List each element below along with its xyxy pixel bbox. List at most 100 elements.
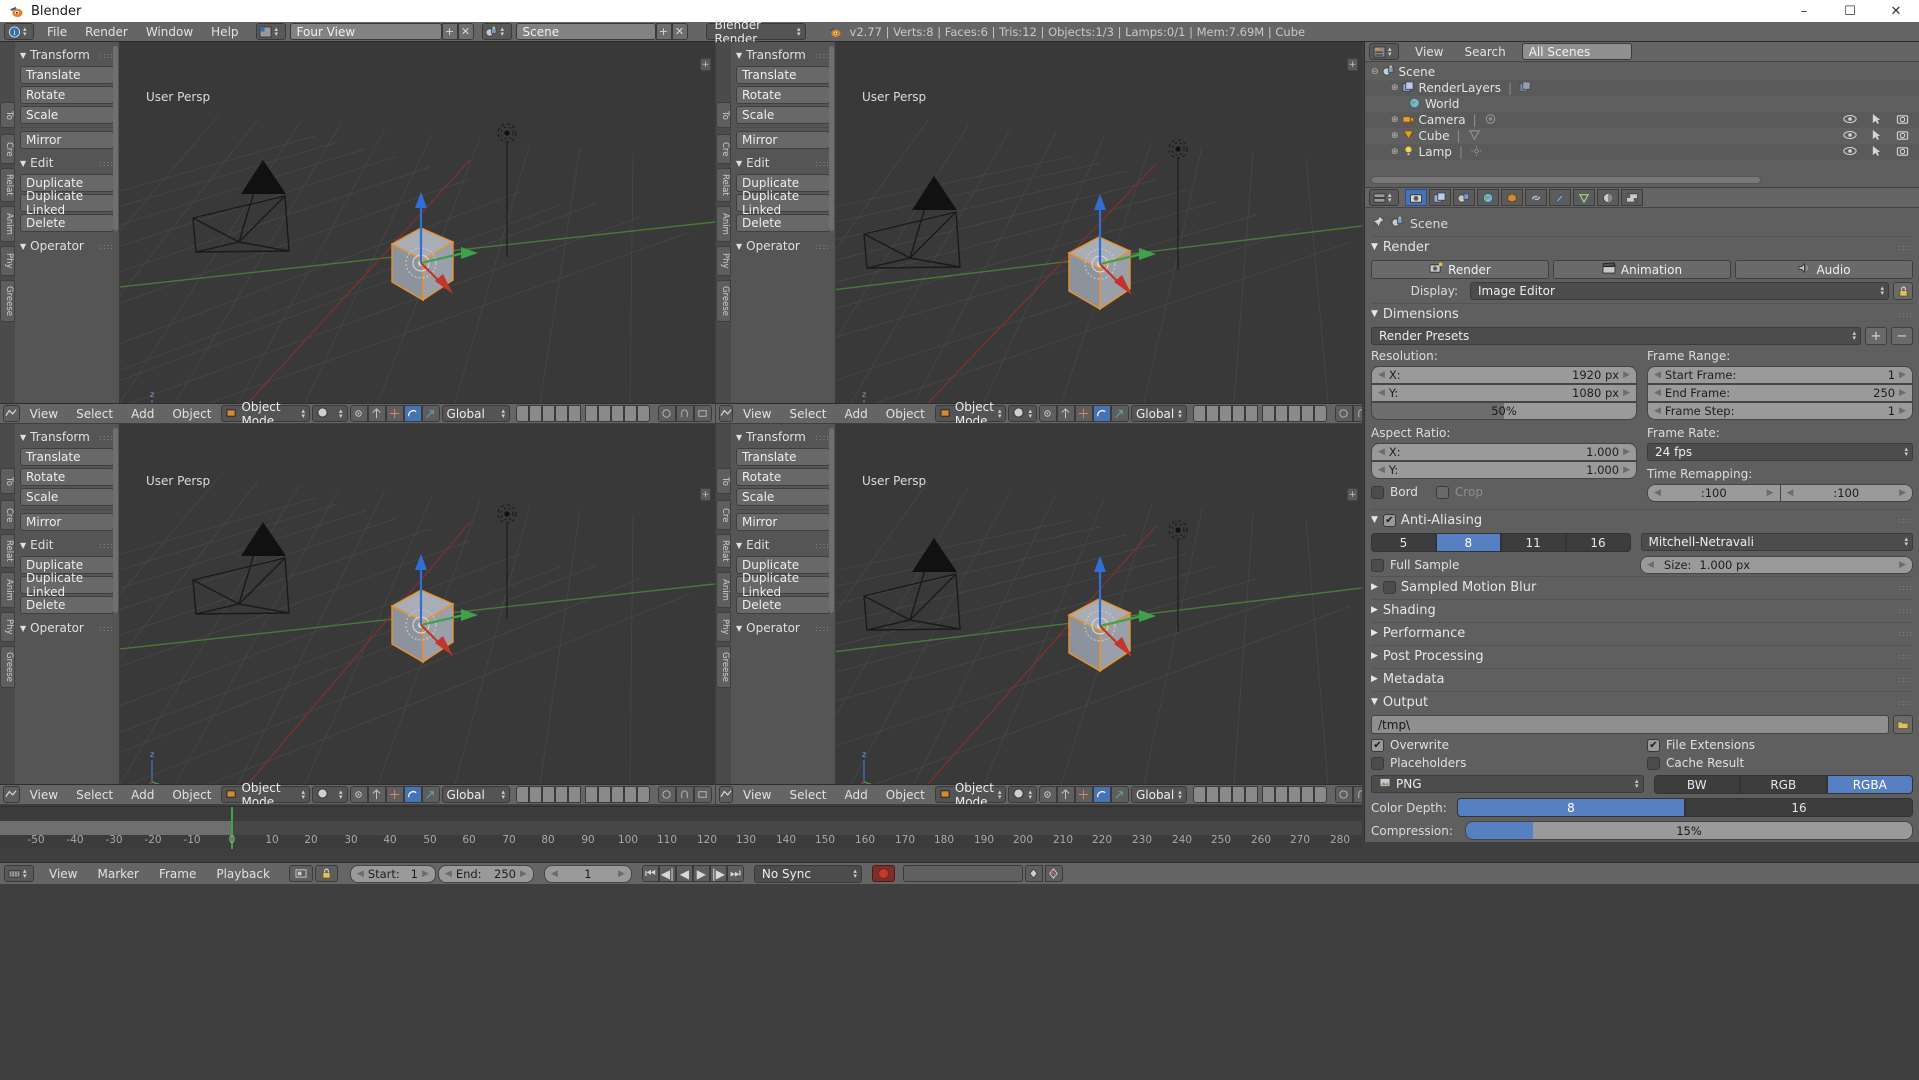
snap-magnet-icon[interactable] — [675, 786, 694, 803]
play-button[interactable]: ▶ — [692, 865, 710, 882]
layer-button-9[interactable] — [1300, 786, 1314, 803]
tool-rotate-button[interactable]: Rotate — [20, 86, 114, 104]
transform-manipulator-icon[interactable] — [367, 786, 386, 803]
proportional-edit-icon[interactable] — [1334, 405, 1353, 422]
properties-tab-renderlayers[interactable] — [1429, 189, 1451, 206]
proportional-edit-icon[interactable] — [657, 405, 676, 422]
layer-button-5[interactable] — [567, 786, 581, 803]
layer-button-7[interactable] — [1274, 786, 1288, 803]
tool-translate-button[interactable]: Translate — [736, 66, 830, 84]
transform-manipulator-icon[interactable] — [1056, 786, 1075, 803]
arrow-left-icon[interactable]: ◀ — [1378, 465, 1385, 475]
manipulator-rotate-icon[interactable] — [403, 786, 422, 803]
toolshelf-tab-relations[interactable]: Relat — [0, 534, 15, 568]
viewport-menu-object[interactable]: Object — [164, 405, 219, 423]
arrow-right-icon[interactable]: ▶ — [1899, 388, 1906, 398]
insert-keyframe-button[interactable] — [1024, 865, 1043, 882]
editor-type-selector[interactable]: i ▴ ▾ — [4, 23, 34, 40]
manipulator-rotate-icon[interactable] — [403, 405, 422, 422]
render-presets-selector[interactable]: Render Presets ▴ ▾ — [1371, 327, 1861, 345]
layer-button-7[interactable] — [1274, 405, 1288, 422]
sync-mode-selector[interactable]: No Sync ▴ ▾ — [753, 864, 862, 883]
arrow-left-icon[interactable]: ◀ — [1654, 370, 1661, 380]
delete-scene-button[interactable]: ✕ — [671, 23, 688, 40]
toolshelf-scrollbar[interactable] — [829, 46, 834, 231]
render-animation-button[interactable]: Animation — [1553, 260, 1731, 279]
next-keyframe-button[interactable]: |▶ — [709, 865, 727, 882]
open-sidebar-button[interactable]: + — [700, 58, 711, 71]
toolshelf-tab-relations[interactable]: Relat — [716, 168, 731, 202]
arrow-right-icon[interactable]: ▶ — [1623, 388, 1630, 398]
arrow-right-icon[interactable]: ▶ — [1899, 406, 1906, 416]
transform-panel-header[interactable]: ▼ Transform :::: — [736, 46, 830, 64]
arrow-right-icon[interactable]: ▶ — [520, 869, 527, 879]
color-depth-16[interactable]: 16 — [1685, 798, 1913, 817]
transform-orientation-selector[interactable]: Global ▴ ▾ — [441, 786, 510, 803]
pivot-point-icon[interactable] — [349, 786, 368, 803]
transform-orientation-selector[interactable]: Global ▴ ▾ — [441, 405, 510, 422]
tool-scale-button[interactable]: Scale — [736, 488, 830, 506]
add-preset-button[interactable]: + — [1865, 327, 1887, 345]
render-panel-header[interactable]: ▼ Render :::: — [1371, 236, 1913, 257]
arrow-right-icon[interactable]: ▶ — [1899, 488, 1906, 498]
outliner-row-camera[interactable]: ⊕ Camera | — [1365, 112, 1919, 128]
cache-result-checkbox[interactable]: Cache Result — [1647, 756, 1913, 770]
toolshelf-tab-animation[interactable]: Anim — [716, 206, 731, 242]
toolshelf-tab-relations[interactable]: Relat — [716, 534, 731, 568]
viewport-menu-object[interactable]: Object — [164, 786, 219, 804]
expand-icon[interactable]: ⊕ — [1391, 83, 1399, 93]
edit-panel-header[interactable]: ▼ Edit :::: — [736, 536, 830, 554]
expand-icon[interactable]: ⊕ — [1391, 115, 1399, 125]
manipulator-rotate-icon[interactable] — [1092, 405, 1111, 422]
toolshelf-tab-tools[interactable]: To — [716, 468, 731, 494]
scene-field[interactable]: Scene — [515, 23, 656, 40]
color-mode-rgb[interactable]: RGB — [1740, 775, 1827, 794]
layer-button-5[interactable] — [1244, 405, 1258, 422]
properties-editor-type-selector[interactable]: ▴ ▾ — [1369, 189, 1399, 206]
outliner-row-cube[interactable]: ⊕ Cube | — [1365, 128, 1919, 144]
toolshelf-scrollbar[interactable] — [113, 46, 118, 231]
layer-button-2[interactable] — [1205, 405, 1219, 422]
render-audio-button[interactable]: Audio — [1735, 260, 1913, 279]
layer-button-4[interactable] — [1231, 786, 1245, 803]
arrow-right-icon[interactable]: ▶ — [618, 869, 625, 879]
transform-panel-header[interactable]: ▼ Transform :::: — [736, 428, 830, 446]
layer-button-10[interactable] — [636, 786, 650, 803]
properties-tab-texture[interactable] — [1621, 189, 1643, 206]
tool-duplicate-linked-button[interactable]: Duplicate Linked — [20, 189, 114, 217]
outliner-menu-search[interactable]: Search — [1455, 43, 1514, 61]
viewport-menu-select[interactable]: Select — [68, 786, 121, 804]
menu-window[interactable]: Window — [137, 23, 202, 41]
delete-screen-layout-button[interactable]: ✕ — [457, 23, 474, 40]
arrow-left-icon[interactable]: ◀ — [1378, 388, 1385, 398]
manipulator-translate-icon[interactable] — [1074, 786, 1093, 803]
arrow-right-icon[interactable]: ▶ — [1767, 488, 1774, 498]
open-sidebar-button[interactable]: + — [1347, 58, 1358, 71]
remap-new-field[interactable]: ◀ :100 ▶ — [1780, 484, 1913, 502]
toolshelf-tab-animation[interactable]: Anim — [716, 572, 731, 608]
layer-button-8[interactable] — [1287, 405, 1301, 422]
layer-button-4[interactable] — [554, 786, 568, 803]
sampled-motion-blur-panel-header[interactable]: ▶ Sampled Motion Blur :::: — [1371, 576, 1913, 597]
layer-button-4[interactable] — [554, 405, 568, 422]
editor-type-selector[interactable] — [719, 786, 733, 803]
viewport-menu-view[interactable]: View — [22, 786, 66, 804]
cursor-arrow-icon[interactable] — [1871, 145, 1882, 160]
jump-to-start-button[interactable]: ⏮ — [641, 865, 659, 882]
toolshelf-tab-tools[interactable]: To — [716, 102, 731, 128]
arrow-right-icon[interactable]: ▶ — [422, 869, 429, 879]
timeline-menu-playback[interactable]: Playback — [207, 865, 279, 883]
layer-button-1[interactable] — [1192, 405, 1206, 422]
tool-translate-button[interactable]: Translate — [20, 66, 114, 84]
auto-keyframe-button[interactable] — [871, 865, 895, 882]
timeline-menu-marker[interactable]: Marker — [88, 865, 147, 883]
layer-button-3[interactable] — [1218, 786, 1232, 803]
render-engine-selector[interactable]: Blender Render ▴ ▾ — [705, 18, 806, 46]
snap-magnet-icon[interactable] — [1352, 405, 1362, 422]
tool-rotate-button[interactable]: Rotate — [736, 468, 830, 486]
layer-button-8[interactable] — [610, 786, 624, 803]
properties-tab-material[interactable] — [1597, 189, 1619, 206]
menu-file[interactable]: File — [38, 23, 76, 41]
viewport-bottom-right[interactable]: z y To Cre Relat Anim Phy Greese ▼ Trans… — [716, 424, 1362, 804]
lock-interface-icon[interactable] — [1893, 282, 1913, 300]
